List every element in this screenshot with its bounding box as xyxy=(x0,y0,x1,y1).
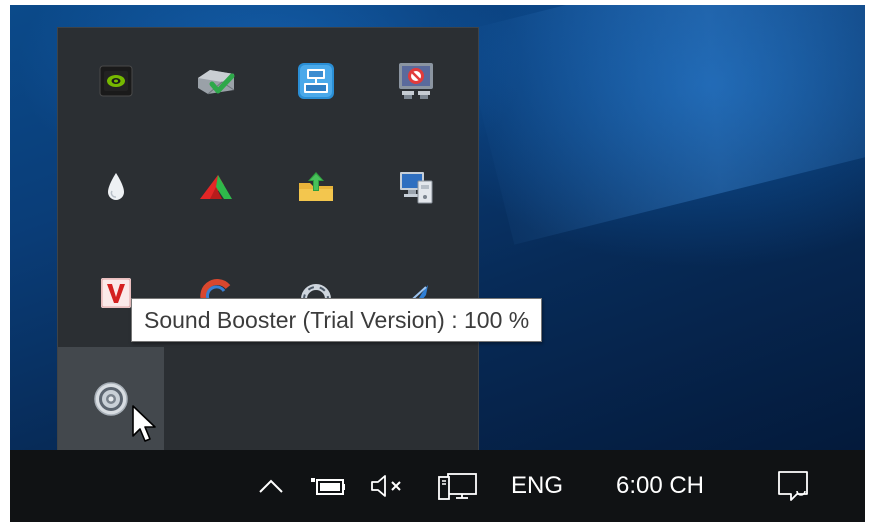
computer-device-icon[interactable] xyxy=(369,139,463,235)
taskbar: ENG 6:00 CH xyxy=(10,450,865,522)
tooltip-text: Sound Booster (Trial Version) : 100 % xyxy=(144,306,530,333)
notification-icon xyxy=(778,471,808,501)
action-center-button[interactable] xyxy=(766,450,820,522)
clock-time: 6:00 CH xyxy=(615,472,705,499)
mouse-cursor-icon xyxy=(132,405,156,442)
printer-check-icon[interactable] xyxy=(169,33,263,129)
red-green-arrow-icon[interactable] xyxy=(169,139,263,235)
display-blocked-icon[interactable] xyxy=(369,33,463,129)
input-language-button[interactable]: ENG xyxy=(500,450,574,522)
network-icon xyxy=(438,473,477,500)
upload-folder-icon[interactable] xyxy=(269,139,363,235)
language-indicator: ENG xyxy=(510,472,563,499)
battery-icon xyxy=(311,478,345,495)
sound-booster-tooltip: Sound Booster (Trial Version) : 100 % xyxy=(131,298,543,342)
chevron-up-icon xyxy=(259,479,283,493)
network-config-icon[interactable] xyxy=(269,33,363,129)
wallpaper-light-streak xyxy=(461,5,865,245)
tray-overflow-panel xyxy=(57,27,479,451)
speaker-muted-icon xyxy=(371,475,401,497)
volume-button[interactable] xyxy=(366,450,410,522)
clock-button[interactable]: 6:00 CH xyxy=(598,450,722,522)
nvidia-icon[interactable] xyxy=(69,33,163,129)
battery-button[interactable] xyxy=(308,450,348,522)
show-hidden-icons-button[interactable] xyxy=(254,450,288,522)
water-drop-icon[interactable] xyxy=(69,139,163,235)
network-button[interactable] xyxy=(434,450,480,522)
